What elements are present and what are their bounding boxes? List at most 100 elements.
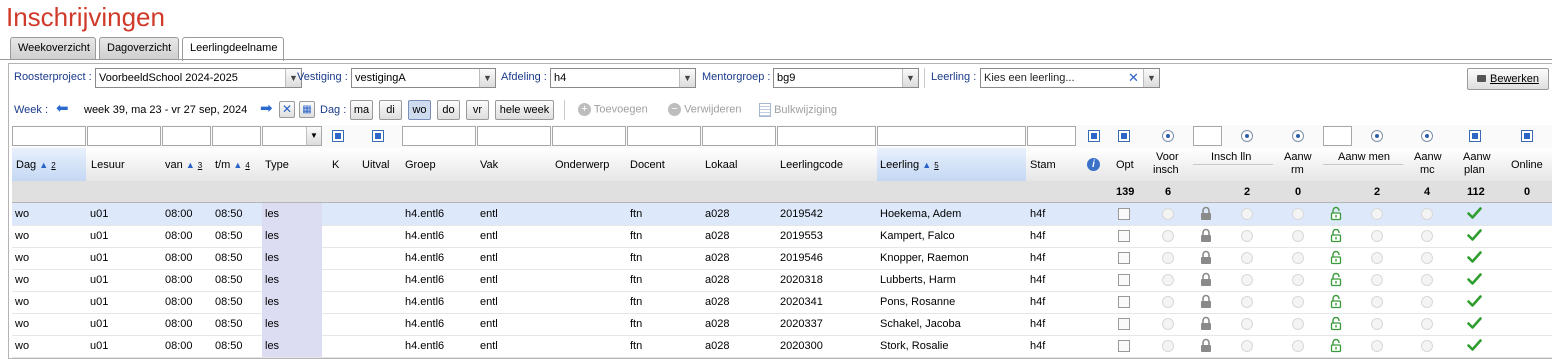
check-icon[interactable] xyxy=(1467,207,1482,219)
aanw-rm-radio[interactable] xyxy=(1292,230,1304,242)
aanw-rm-radio[interactable] xyxy=(1292,252,1304,264)
groep-filter-input[interactable] xyxy=(402,126,476,146)
aanw-mc-filter-radio[interactable] xyxy=(1421,130,1433,142)
voor-insch-radio[interactable] xyxy=(1162,274,1174,286)
chevron-down-icon[interactable]: ▼ xyxy=(479,69,495,87)
lokaal-filter-input[interactable] xyxy=(702,126,776,146)
aanw-mc-radio[interactable] xyxy=(1421,318,1433,330)
verwijderen-button[interactable]: − Verwijderen xyxy=(668,103,742,116)
online-header[interactable]: Online xyxy=(1511,159,1543,171)
unlock-icon[interactable] xyxy=(1330,294,1342,309)
groep-header[interactable]: Groep xyxy=(405,159,436,171)
aanw-men-filter-radio[interactable] xyxy=(1371,130,1383,142)
leerling-filter-input[interactable] xyxy=(877,126,1026,146)
aanw-plan-header-1[interactable]: Aanw xyxy=(1463,151,1491,163)
calendar-icon[interactable]: ▦ xyxy=(299,101,315,118)
mentorgroep-select[interactable]: bg9 ▼ xyxy=(773,68,919,88)
stam-filter-input[interactable] xyxy=(1027,126,1076,146)
aanw-rm-header-1[interactable]: Aanw xyxy=(1284,151,1312,163)
roosterproject-select[interactable]: VoorbeeldSchool 2024-2025 ▼ xyxy=(95,68,302,88)
voor-insch-radio[interactable] xyxy=(1162,252,1174,264)
voor-insch-radio[interactable] xyxy=(1162,340,1174,352)
uitval-header[interactable]: Uitval xyxy=(362,159,390,171)
info-icon[interactable]: i xyxy=(1087,158,1100,171)
hele-week-button[interactable]: hele week xyxy=(495,100,554,120)
clear-icon[interactable]: ✕ xyxy=(1126,70,1141,86)
aanw-men-radio[interactable] xyxy=(1371,252,1383,264)
prev-week-icon[interactable]: ⬅ xyxy=(56,101,69,117)
leerlingcode-header[interactable]: Leerlingcode xyxy=(780,159,843,171)
check-icon[interactable] xyxy=(1467,339,1482,351)
leerlingcode-filter-input[interactable] xyxy=(777,126,876,146)
opt-header[interactable]: Opt xyxy=(1116,159,1134,171)
chevron-down-icon[interactable]: ▼ xyxy=(679,69,695,87)
voor-insch-header-1[interactable]: Voor xyxy=(1156,151,1179,163)
aanw-rm-filter-radio[interactable] xyxy=(1292,130,1304,142)
chevron-down-icon[interactable]: ▼ xyxy=(1143,69,1159,87)
aanw-men-radio[interactable] xyxy=(1371,274,1383,286)
table-row[interactable]: wo u01 08:00 08:50 les h4.entl6 entl ftn a028 202… xyxy=(12,335,1552,358)
opt-checkbox[interactable] xyxy=(1118,296,1130,308)
insch-lln-radio[interactable] xyxy=(1241,296,1253,308)
check-icon[interactable] xyxy=(1467,229,1482,241)
table-row[interactable]: wo u01 08:00 08:50 les h4.entl6 entl ftn a028 202… xyxy=(12,269,1552,292)
opt-checkbox[interactable] xyxy=(1118,230,1130,242)
aanw-mc-header-2[interactable]: mc xyxy=(1420,164,1435,176)
table-row[interactable]: wo u01 08:00 08:50 les h4.entl6 entl ftn a028 202… xyxy=(12,291,1552,314)
chevron-down-icon[interactable]: ▼ xyxy=(902,69,918,87)
aanw-men-radio[interactable] xyxy=(1371,318,1383,330)
aanw-plan-filter-checkbox[interactable] xyxy=(1469,130,1481,142)
type-filter-select[interactable]: ▼ xyxy=(262,126,322,146)
table-row[interactable]: wo u01 08:00 08:50 les h4.entl6 entl ftn a028 201… xyxy=(12,203,1552,226)
docent-header[interactable]: Docent xyxy=(630,159,665,171)
aanw-rm-radio[interactable] xyxy=(1292,274,1304,286)
opt-filter-checkbox[interactable] xyxy=(1118,130,1130,142)
voor-insch-header-2[interactable]: insch xyxy=(1153,164,1179,176)
unlock-icon[interactable] xyxy=(1330,338,1342,353)
van-header[interactable]: van ▲ 3 xyxy=(165,159,202,171)
uitval-filter-checkbox[interactable] xyxy=(372,130,384,142)
insch-lln-radio[interactable] xyxy=(1241,208,1253,220)
toevoegen-button[interactable]: + Toevoegen xyxy=(578,103,648,116)
aanw-mc-radio[interactable] xyxy=(1421,252,1433,264)
aanw-mc-radio[interactable] xyxy=(1421,208,1433,220)
check-icon[interactable] xyxy=(1467,295,1482,307)
table-row[interactable]: wo u01 08:00 08:50 les h4.entl6 entl ftn a028 201… xyxy=(12,225,1552,248)
unlock-icon[interactable] xyxy=(1330,228,1342,243)
docent-filter-input[interactable] xyxy=(627,126,701,146)
aanw-men-radio[interactable] xyxy=(1371,296,1383,308)
opt-checkbox[interactable] xyxy=(1118,318,1130,330)
tm-filter-input[interactable] xyxy=(212,126,261,146)
aanw-men-radio[interactable] xyxy=(1371,230,1383,242)
aanw-rm-header-2[interactable]: rm xyxy=(1291,164,1304,176)
van-filter-input[interactable] xyxy=(162,126,211,146)
tm-header[interactable]: t/m ▲ 4 xyxy=(215,159,250,171)
onderwerp-header[interactable]: Onderwerp xyxy=(555,159,609,171)
aanw-mc-radio[interactable] xyxy=(1421,274,1433,286)
lesuur-header[interactable]: Lesuur xyxy=(91,159,125,171)
week-value[interactable]: week 39, ma 23 - vr 27 sep, 2024 xyxy=(84,104,247,116)
unlock-icon[interactable] xyxy=(1330,316,1342,331)
tab-dagoverzicht[interactable]: Dagoverzicht xyxy=(99,37,179,59)
voor-insch-radio[interactable] xyxy=(1162,296,1174,308)
day-button-wo[interactable]: wo xyxy=(408,100,431,120)
check-icon[interactable] xyxy=(1467,273,1482,285)
aanw-mc-header-1[interactable]: Aanw xyxy=(1414,151,1442,163)
dag-header[interactable]: Dag ▲ 2 xyxy=(16,159,56,171)
tab-leerlingdeelname[interactable]: Leerlingdeelname xyxy=(182,37,284,61)
insch-lln-radio[interactable] xyxy=(1241,274,1253,286)
voor-insch-radio[interactable] xyxy=(1162,230,1174,242)
check-icon[interactable] xyxy=(1467,251,1482,263)
vestiging-select[interactable]: vestigingA ▼ xyxy=(351,68,496,88)
insch-lln-radio[interactable] xyxy=(1241,318,1253,330)
unlock-icon[interactable] xyxy=(1330,250,1342,265)
insch-lln-filter-input[interactable] xyxy=(1193,126,1222,146)
type-header[interactable]: Type xyxy=(265,159,289,171)
aanw-men-filter-input[interactable] xyxy=(1323,126,1352,146)
aanw-mc-radio[interactable] xyxy=(1421,296,1433,308)
aanw-men-radio[interactable] xyxy=(1371,340,1383,352)
insch-lln-filter-radio[interactable] xyxy=(1241,130,1253,142)
aanw-men-header[interactable]: Aanw men xyxy=(1338,151,1390,163)
lesuur-filter-input[interactable] xyxy=(87,126,161,146)
insch-lln-header[interactable]: Insch lln xyxy=(1211,151,1251,163)
